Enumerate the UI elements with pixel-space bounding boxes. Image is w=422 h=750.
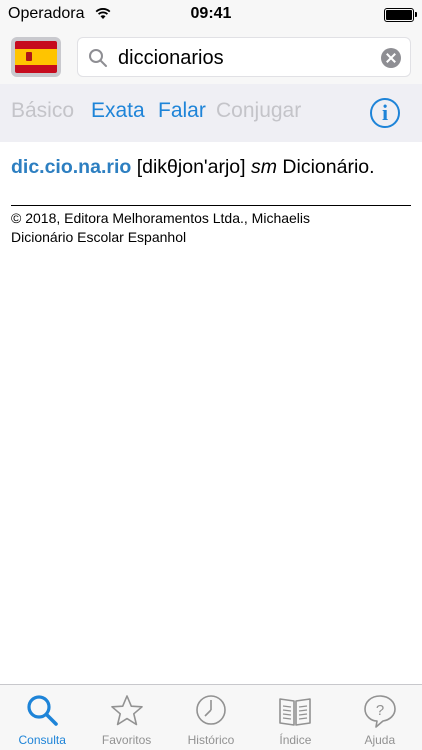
tab-label: Favoritos: [101, 733, 152, 747]
tab-label: Índice: [279, 733, 312, 747]
tab-historico[interactable]: Histórico: [169, 685, 253, 750]
option-exata[interactable]: Exata: [91, 99, 145, 123]
tab-label: Histórico: [187, 733, 235, 747]
dictionary-entry: dic.cio.na.rio [dikθjon'arjo] sm Dicioná…: [11, 156, 375, 179]
star-icon: [110, 695, 143, 726]
option-conjugar[interactable]: Conjugar: [216, 99, 301, 123]
battery-icon: [384, 8, 417, 22]
tab-ajuda[interactable]: ? Ajuda: [338, 685, 422, 750]
info-icon[interactable]: i: [370, 98, 400, 128]
search-icon: [89, 49, 107, 67]
help-bubble-icon: ?: [363, 695, 396, 728]
divider: [11, 205, 411, 206]
tab-label: Ajuda: [364, 733, 396, 747]
entry-translation: Dicionário.: [282, 156, 375, 178]
options-bar: Básico Exata Falar Conjugar i: [0, 84, 422, 142]
entry-part-of-speech: sm: [251, 156, 277, 178]
option-basico[interactable]: Básico: [11, 99, 74, 123]
search-icon: [27, 695, 58, 726]
clock-icon: [196, 695, 226, 725]
entry-headword: dic.cio.na.rio: [11, 156, 132, 178]
copyright-notice: © 2018, Editora Melhoramentos Ltda., Mic…: [11, 209, 411, 247]
tab-consulta[interactable]: Consulta: [0, 685, 84, 750]
svg-text:?: ?: [376, 702, 384, 719]
search-input[interactable]: [118, 45, 368, 71]
language-flag-button[interactable]: [11, 37, 61, 77]
copyright-line-2: Dicionário Escolar Espanhol: [11, 229, 187, 245]
tab-label: Consulta: [18, 733, 66, 747]
tab-bar: Consulta Favoritos Histórico Índice ? Aj…: [0, 684, 422, 750]
tab-indice[interactable]: Índice: [253, 685, 337, 750]
status-bar: Operadora 09:41: [0, 0, 422, 30]
status-time: 09:41: [190, 5, 232, 22]
search-box: [77, 37, 411, 77]
option-falar[interactable]: Falar: [158, 99, 206, 123]
spain-flag-icon: [15, 41, 57, 73]
copyright-line-1: © 2018, Editora Melhoramentos Ltda., Mic…: [11, 210, 311, 226]
tab-favoritos[interactable]: Favoritos: [84, 685, 168, 750]
clear-search-button[interactable]: [381, 48, 401, 68]
book-icon: [279, 698, 312, 726]
search-header: [0, 30, 422, 84]
entry-pronunciation: [dikθjon'arjo]: [136, 156, 246, 178]
